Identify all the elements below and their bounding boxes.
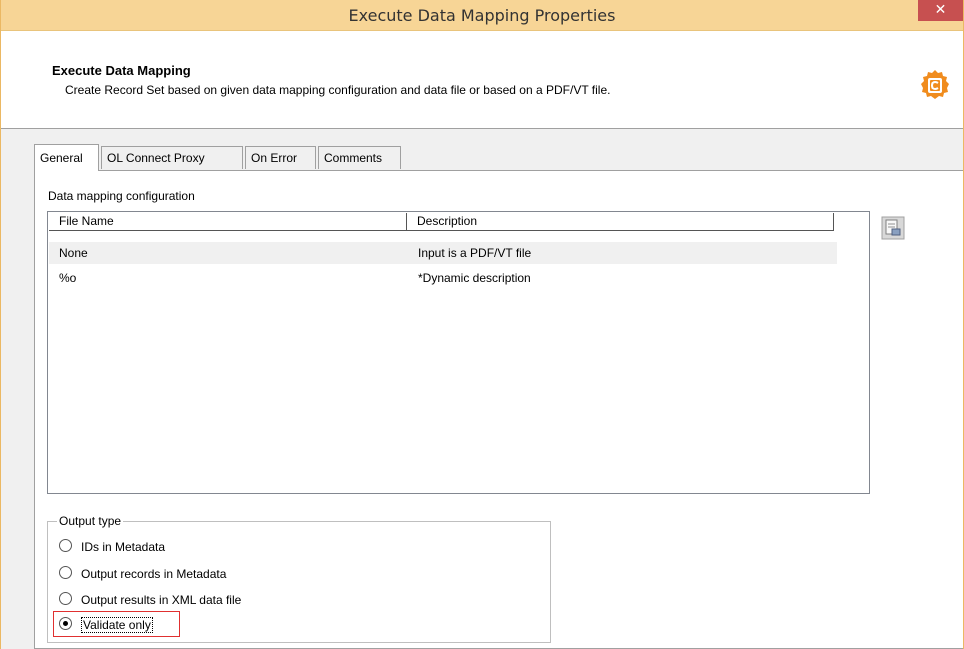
header-subtitle: Create Record Set based on given data ma… [65,83,611,97]
tab-on-error[interactable]: On Error [245,146,316,169]
radio-label: Output results in XML data file [81,593,242,607]
window-title: Execute Data Mapping Properties [348,6,616,25]
config-list[interactable]: File Name Description None Input is a PD… [47,211,870,494]
tab-general[interactable]: General [34,144,99,171]
title-bar[interactable]: Execute Data Mapping Properties ✕ [1,0,963,31]
close-button[interactable]: ✕ [918,0,963,21]
radio-ids-in-metadata[interactable]: IDs in Metadata [59,538,165,556]
header-title: Execute Data Mapping [52,63,191,78]
plugin-gear-icon [921,70,949,99]
list-item-description: Input is a PDF/VT file [418,246,532,260]
column-header-description[interactable]: Description [407,213,834,231]
radio-button-icon[interactable] [59,592,72,605]
radio-button-icon[interactable] [59,566,72,579]
tab-comments[interactable]: Comments [318,146,401,169]
data-mapping-config-label: Data mapping configuration [48,189,195,203]
output-type-label: Output type [57,514,124,528]
browse-file-icon[interactable] [881,216,905,240]
list-item-description: *Dynamic description [418,271,531,285]
tab-ol-connect-proxy[interactable]: OL Connect Proxy [101,146,243,169]
radio-button-icon[interactable] [59,539,72,552]
list-item-file: None [59,246,88,260]
column-header-file-name[interactable]: File Name [49,213,407,231]
list-item-file: %o [59,271,77,285]
validate-only-highlight [53,611,180,637]
dialog-window: Execute Data Mapping Properties ✕ Execut… [0,0,964,649]
radio-label: Output records in Metadata [81,567,227,581]
radio-output-records-in-metadata[interactable]: Output records in Metadata [59,565,226,583]
list-item[interactable]: %o *Dynamic description [49,267,837,289]
radio-output-results-xml[interactable]: Output results in XML data file [59,591,241,609]
dialog-header: Execute Data Mapping Create Record Set b… [1,31,963,129]
list-item[interactable]: None Input is a PDF/VT file [49,242,837,264]
radio-label: IDs in Metadata [81,540,166,554]
